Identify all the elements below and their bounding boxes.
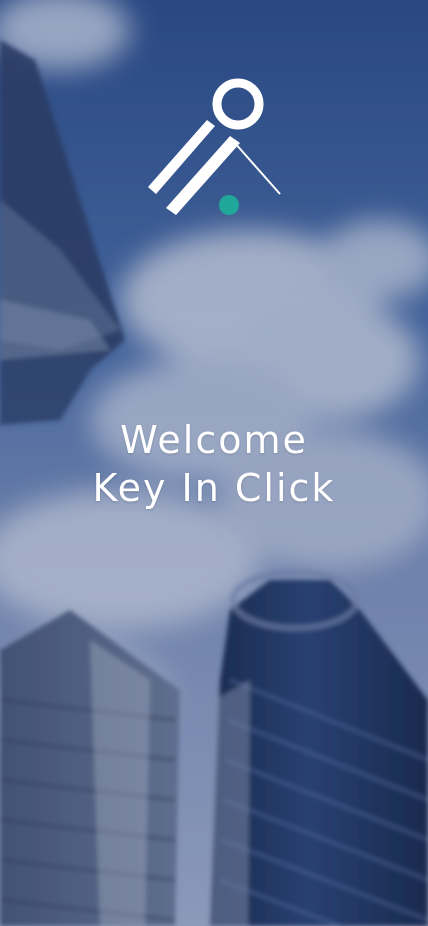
key-in-click-logo-icon <box>148 78 281 215</box>
welcome-title: Welcome <box>120 418 308 462</box>
splash-screen: Welcome Key In Click <box>0 0 428 926</box>
welcome-text: Welcome Key In Click <box>0 416 428 512</box>
app-name: Key In Click <box>92 466 336 510</box>
